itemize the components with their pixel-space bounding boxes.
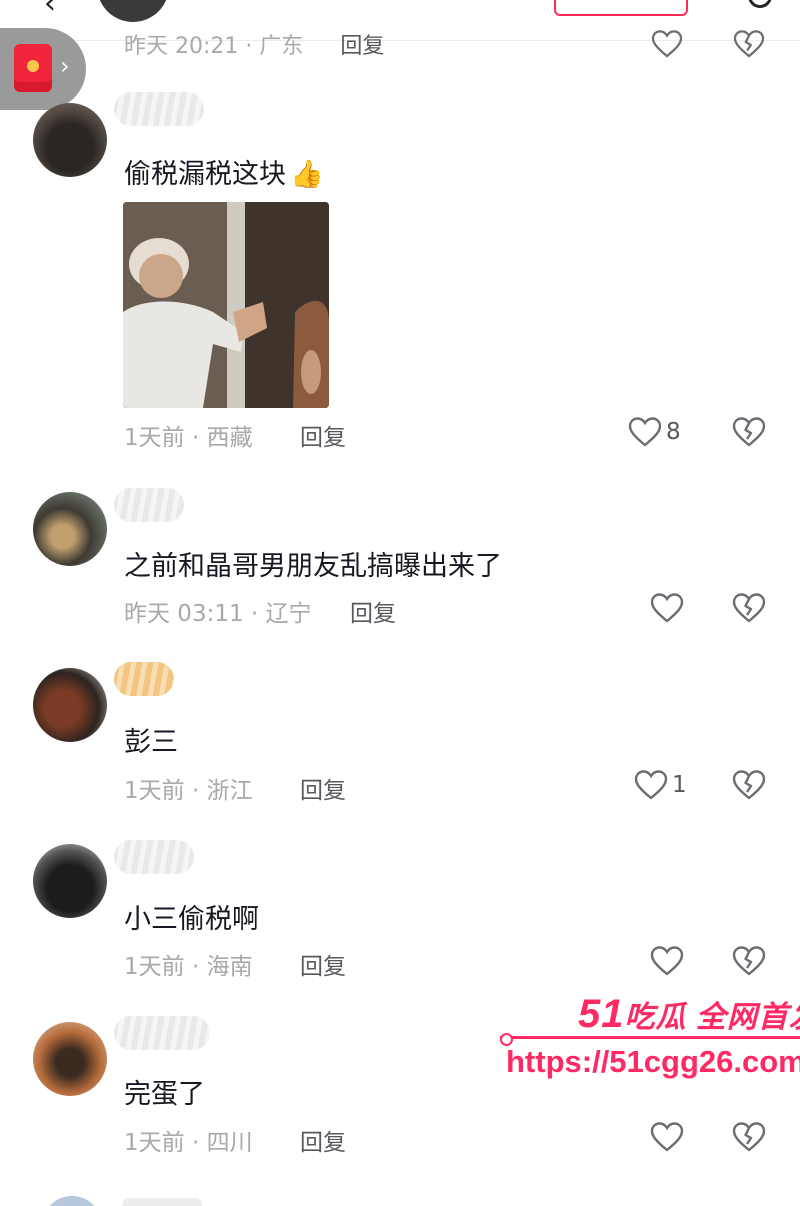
broken-heart-icon[interactable] [732,417,766,447]
comment-text-content: 偷税漏税这块 [124,159,286,190]
like-button[interactable]: 8 [628,417,681,447]
like-button[interactable] [650,1122,688,1152]
comment-text: 彭三 [124,727,178,758]
search-icon[interactable] [748,0,772,8]
username-redacted[interactable] [114,488,184,522]
red-envelope-icon [14,44,52,92]
comment-time: 1天前 [124,954,185,980]
chevron-right-icon: › [60,52,70,80]
like-count: 1 [672,772,687,798]
comment-text: 完蛋了 [124,1079,205,1110]
back-arrow-icon[interactable]: ‹ [44,0,56,21]
comment-avatar[interactable] [42,1196,102,1206]
follow-button[interactable] [554,0,688,16]
heart-outline-icon[interactable] [650,30,684,58]
broken-heart-icon[interactable] [732,1122,766,1152]
comment-location: 辽宁 [265,601,312,627]
heart-outline-icon [628,417,662,447]
watermark: 51吃瓜 全网首发 https://51cgg26.com [500,992,800,1087]
username-redacted[interactable] [114,840,194,874]
comment-photo [123,202,329,408]
watermark-brand-number: 51 [578,992,625,1036]
comment-meta: 1天前 · 四川 [124,1130,253,1156]
previous-reply-button[interactable]: 回复 [340,34,384,59]
reply-button[interactable]: 回复 [350,594,396,628]
watermark-brand-text: 吃瓜 全网首发 [624,1001,800,1034]
watermark-url: https://51cgg26.com [506,1044,800,1079]
red-envelope-entry[interactable]: › [0,28,86,110]
broken-heart-icon[interactable] [732,770,766,800]
broken-heart-icon[interactable] [732,946,766,976]
comments-screen: ‹ 昨天 20:21 · 广东 回复 › 偷税漏税这块 👍 1天前 · 西藏 回… [0,0,800,1206]
previous-comment-time: 昨天 20:21 · 广东 [124,34,304,59]
comment-location: 海南 [206,954,253,980]
username-redacted[interactable] [114,92,204,126]
comment-meta: 昨天 03:11 · 辽宁 [124,601,312,627]
comment-text: 之前和晶哥男朋友乱搞曝出来了 [124,551,502,582]
username-redacted[interactable] [114,1016,210,1050]
header-avatar[interactable] [97,0,169,22]
broken-heart-icon[interactable] [732,30,766,58]
comment-avatar[interactable] [33,668,107,742]
comment-location: 西藏 [206,425,253,451]
reply-button[interactable]: 回复 [300,771,346,805]
comment-image[interactable] [123,202,329,408]
comment-avatar[interactable] [33,844,107,918]
comment-meta: 1天前 · 海南 [124,954,253,980]
comment-time: 1天前 [124,1130,185,1156]
like-button[interactable] [650,946,688,976]
watermark-divider [500,1036,800,1039]
like-count: 8 [666,419,681,445]
reply-button[interactable]: 回复 [300,1123,346,1157]
comment-location: 浙江 [206,778,253,804]
like-button[interactable] [650,593,688,623]
comment-time: 1天前 [124,425,185,451]
comment-avatar[interactable] [33,492,107,566]
username-redacted[interactable] [122,1198,202,1206]
comment-text: 小三偷税啊 [124,904,259,935]
comment-time: 昨天 03:11 [124,601,244,627]
heart-outline-icon [650,1122,684,1152]
comment-location: 四川 [206,1130,253,1156]
watermark-brand: 51吃瓜 全网首发 [578,992,800,1037]
reply-button[interactable]: 回复 [300,418,346,452]
reply-button[interactable]: 回复 [300,947,346,981]
thumbs-up-emoji: 👍 [290,159,324,190]
comment-time: 1天前 [124,778,185,804]
comment-avatar[interactable] [33,1022,107,1096]
heart-outline-icon [650,593,684,623]
username-redacted[interactable] [114,662,174,696]
comment-avatar[interactable] [33,103,107,177]
heart-outline-icon [634,770,668,800]
comment-text: 偷税漏税这块 👍 [124,152,324,191]
comment-meta: 1天前 · 西藏 [124,425,253,451]
like-button[interactable]: 1 [634,770,687,800]
broken-heart-icon[interactable] [732,593,766,623]
comment-meta: 1天前 · 浙江 [124,778,253,804]
previous-comment-meta: 昨天 20:21 · 广东 回复 [124,28,384,60]
heart-outline-icon [650,946,684,976]
